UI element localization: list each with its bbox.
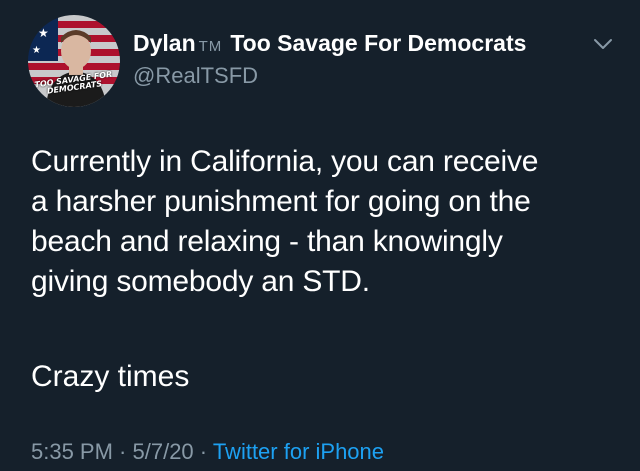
trademark-badge: TM (198, 38, 223, 55)
meta-separator: · (193, 439, 213, 464)
svg-text:★: ★ (38, 26, 49, 40)
tweet-text-secondary: Crazy times (31, 360, 190, 393)
display-name[interactable]: Dylan TM Too Savage For Democrats (133, 30, 526, 60)
tweet-text: Currently in California, you can receive… (31, 145, 539, 298)
tweet-meta: 5:35 PM · 5/7/20 · Twitter for iPhone (31, 439, 384, 465)
chevron-down-icon[interactable] (592, 36, 614, 52)
tweet-time[interactable]: 5:35 PM (31, 439, 113, 464)
svg-text:★: ★ (32, 45, 41, 56)
tweet-card: ★ ★ TOO SAVAGE FOR DEMOCRATS Dylan TM Too … (0, 0, 640, 471)
avatar[interactable]: ★ ★ TOO SAVAGE FOR DEMOCRATS (28, 15, 120, 107)
tweet-date[interactable]: 5/7/20 (133, 439, 194, 464)
tweet-source-link[interactable]: Twitter for iPhone (213, 439, 384, 464)
author-info[interactable]: Dylan TM Too Savage For Democrats @RealTSF… (133, 30, 526, 89)
user-handle[interactable]: @RealTSFD (133, 63, 526, 89)
meta-separator: · (112, 439, 133, 464)
display-name-text: Dylan (133, 30, 196, 56)
display-name-suffix: Too Savage For Democrats (230, 30, 527, 56)
